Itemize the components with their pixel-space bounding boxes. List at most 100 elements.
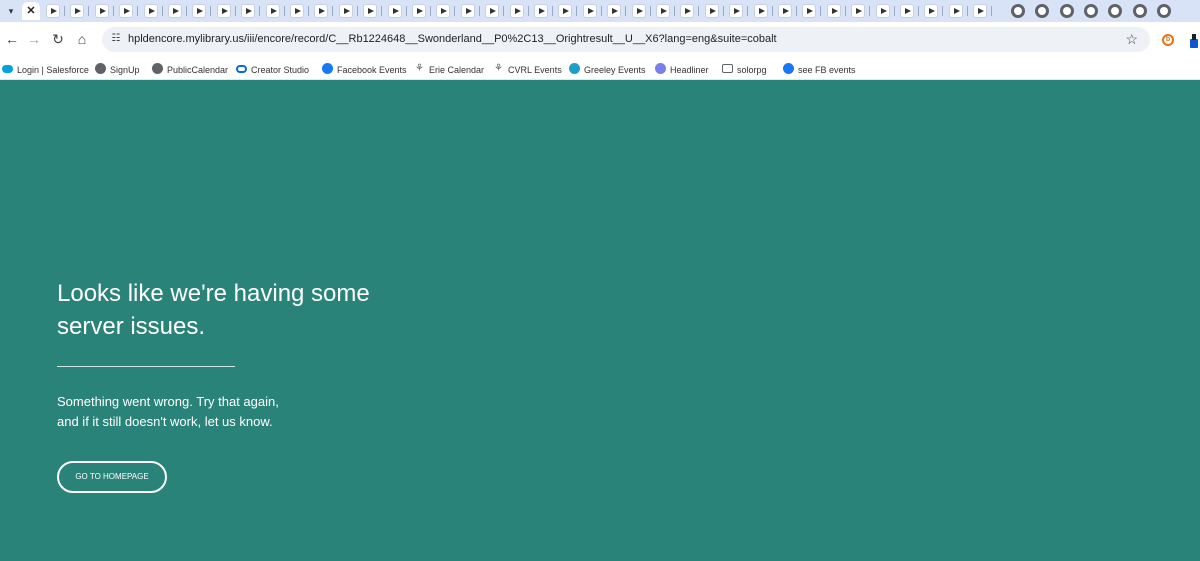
pinned-tab-play-icon[interactable]: [729, 4, 744, 18]
bookmark-headliner[interactable]: Headliner: [655, 61, 709, 75]
tab-separator: [210, 6, 212, 16]
pinned-tab-play-icon[interactable]: [875, 4, 890, 18]
play-icon: [270, 8, 277, 14]
tab-separator: [820, 6, 822, 16]
pinned-tab-play-icon[interactable]: [412, 4, 426, 18]
pinned-tab-globe-icon[interactable]: [1011, 4, 1025, 18]
tab-separator: [478, 6, 480, 16]
bookmark-signup[interactable]: SignUp: [95, 61, 140, 75]
pinned-tab-play-icon[interactable]: [509, 4, 524, 18]
pinned-tab-play-icon[interactable]: [192, 4, 207, 18]
address-bar[interactable]: ☷ hpldencore.mylibrary.us/iii/encore/rec…: [102, 27, 1150, 52]
pinned-tab-play-icon[interactable]: [363, 4, 378, 18]
pinned-tab-globe-icon[interactable]: [1156, 4, 1171, 18]
tab-separator: [308, 6, 309, 16]
go-to-homepage-button[interactable]: GO TO HOMEPAGE: [57, 461, 167, 493]
pinned-tab-play-icon[interactable]: [826, 4, 841, 18]
url-text[interactable]: hpldencore.mylibrary.us/iii/encore/recor…: [128, 32, 777, 47]
pinned-tab-play-icon[interactable]: [338, 4, 353, 18]
bookmark-login-salesforce[interactable]: Login | Salesforce: [2, 61, 89, 75]
pinned-tab-play-icon[interactable]: [656, 4, 670, 18]
bookmark-greeley-events[interactable]: Greeley Events: [569, 61, 646, 75]
play-icon: [417, 8, 423, 14]
pinned-tab-play-icon[interactable]: [216, 4, 231, 18]
pinned-tab-play-icon[interactable]: [290, 4, 304, 18]
pinned-tab-play-icon[interactable]: [94, 4, 109, 18]
play-icon: [856, 8, 863, 14]
home-icon[interactable]: ⌂: [74, 31, 90, 47]
pinned-tab-play-icon[interactable]: [607, 4, 622, 18]
play-icon: [636, 8, 643, 14]
pinned-tab-play-icon[interactable]: [582, 4, 597, 18]
error-page: Looks like we're having some server issu…: [0, 80, 1200, 561]
bookmark-publiccalendar[interactable]: PublicCalendar: [152, 61, 228, 75]
site-settings-icon[interactable]: ☷: [110, 33, 122, 45]
tab-separator: [527, 6, 529, 16]
forward-arrow-icon[interactable]: →: [26, 31, 42, 47]
bookmark-solorpg[interactable]: solorpg: [722, 61, 767, 75]
pinned-tab-play-icon[interactable]: [558, 4, 573, 18]
pinned-tab-play-icon[interactable]: [802, 4, 817, 18]
pinned-tab-play-icon[interactable]: [778, 4, 792, 18]
bookmark-creator-studio[interactable]: Creator Studio: [236, 61, 309, 75]
pinned-tab-play-icon[interactable]: [241, 4, 256, 18]
pinned-tab-play-icon[interactable]: [851, 4, 866, 18]
pinned-tab-play-icon[interactable]: [143, 4, 158, 18]
pinned-tab-play-icon[interactable]: [900, 4, 914, 18]
play-icon: [124, 8, 131, 14]
pinned-tab-play-icon[interactable]: [680, 4, 695, 18]
play-icon: [319, 8, 326, 14]
pinned-tab-play-icon[interactable]: [70, 4, 85, 18]
back-arrow-icon[interactable]: ←: [4, 31, 20, 47]
pinned-tab-play-icon[interactable]: [436, 4, 451, 18]
pinned-tab-play-icon[interactable]: [631, 4, 646, 18]
bookmark-cvrl-events[interactable]: ⚘ CVRL Events: [493, 61, 562, 75]
pinned-tab-play-icon[interactable]: [314, 4, 329, 18]
extension-icon[interactable]: b: [1162, 34, 1174, 46]
pinned-tab-play-icon[interactable]: [387, 4, 402, 18]
pinned-tab-play-icon[interactable]: [753, 4, 768, 18]
tab-separator: [283, 6, 285, 16]
pinned-tab-play-icon[interactable]: [460, 4, 475, 18]
play-icon: [75, 8, 82, 14]
play-icon: [685, 8, 692, 14]
pinned-tab-play-icon[interactable]: [924, 4, 939, 18]
tab-separator: [332, 6, 334, 16]
chevron-down-icon[interactable]: ▾: [5, 5, 17, 17]
play-icon: [246, 8, 253, 14]
pinned-tab-globe-icon[interactable]: [1035, 4, 1050, 18]
divider: [57, 366, 235, 367]
tab-separator: [674, 6, 675, 16]
pinned-tab-play-icon[interactable]: [46, 4, 60, 18]
pinned-tab-globe-icon[interactable]: [1132, 4, 1147, 18]
reload-icon[interactable]: ↻: [50, 31, 66, 47]
pinned-extension-icon[interactable]: [1188, 34, 1200, 48]
bookmark-erie-calendar[interactable]: ⚘ Erie Calendar: [414, 61, 484, 75]
tab-separator: [356, 6, 358, 16]
play-icon: [953, 8, 960, 14]
bookmark-star-icon[interactable]: ☆: [1125, 31, 1138, 48]
tab-strip: ▾ ✕: [0, 0, 1200, 22]
close-tab-icon[interactable]: ✕: [22, 2, 40, 20]
pinned-tab-play-icon[interactable]: [119, 4, 134, 18]
pinned-tab-play-icon[interactable]: [265, 4, 280, 18]
play-icon: [831, 8, 838, 14]
pinned-tab-globe-icon[interactable]: [1108, 4, 1123, 18]
pinned-tab-play-icon[interactable]: [948, 4, 963, 18]
play-icon: [99, 8, 106, 14]
pinned-tab-globe-icon[interactable]: [1083, 4, 1098, 18]
pinned-tab-play-icon[interactable]: [168, 4, 182, 18]
pinned-tab-play-icon[interactable]: [534, 4, 548, 18]
headliner-icon: [655, 63, 666, 75]
play-icon: [343, 8, 350, 14]
bookmark-facebook-events[interactable]: Facebook Events: [322, 61, 407, 75]
pinned-tab-play-icon[interactable]: [704, 4, 719, 18]
error-message: Something went wrong. Try that again, an…: [57, 394, 279, 429]
pinned-tab-globe-icon[interactable]: [1059, 4, 1074, 18]
pinned-tab-play-icon[interactable]: [485, 4, 500, 18]
play-icon: [783, 8, 789, 14]
play-icon: [490, 8, 497, 14]
tab-separator: [844, 6, 846, 16]
bookmark-see-fb-events[interactable]: see FB events: [783, 61, 856, 75]
pinned-tab-play-icon[interactable]: [973, 4, 988, 18]
